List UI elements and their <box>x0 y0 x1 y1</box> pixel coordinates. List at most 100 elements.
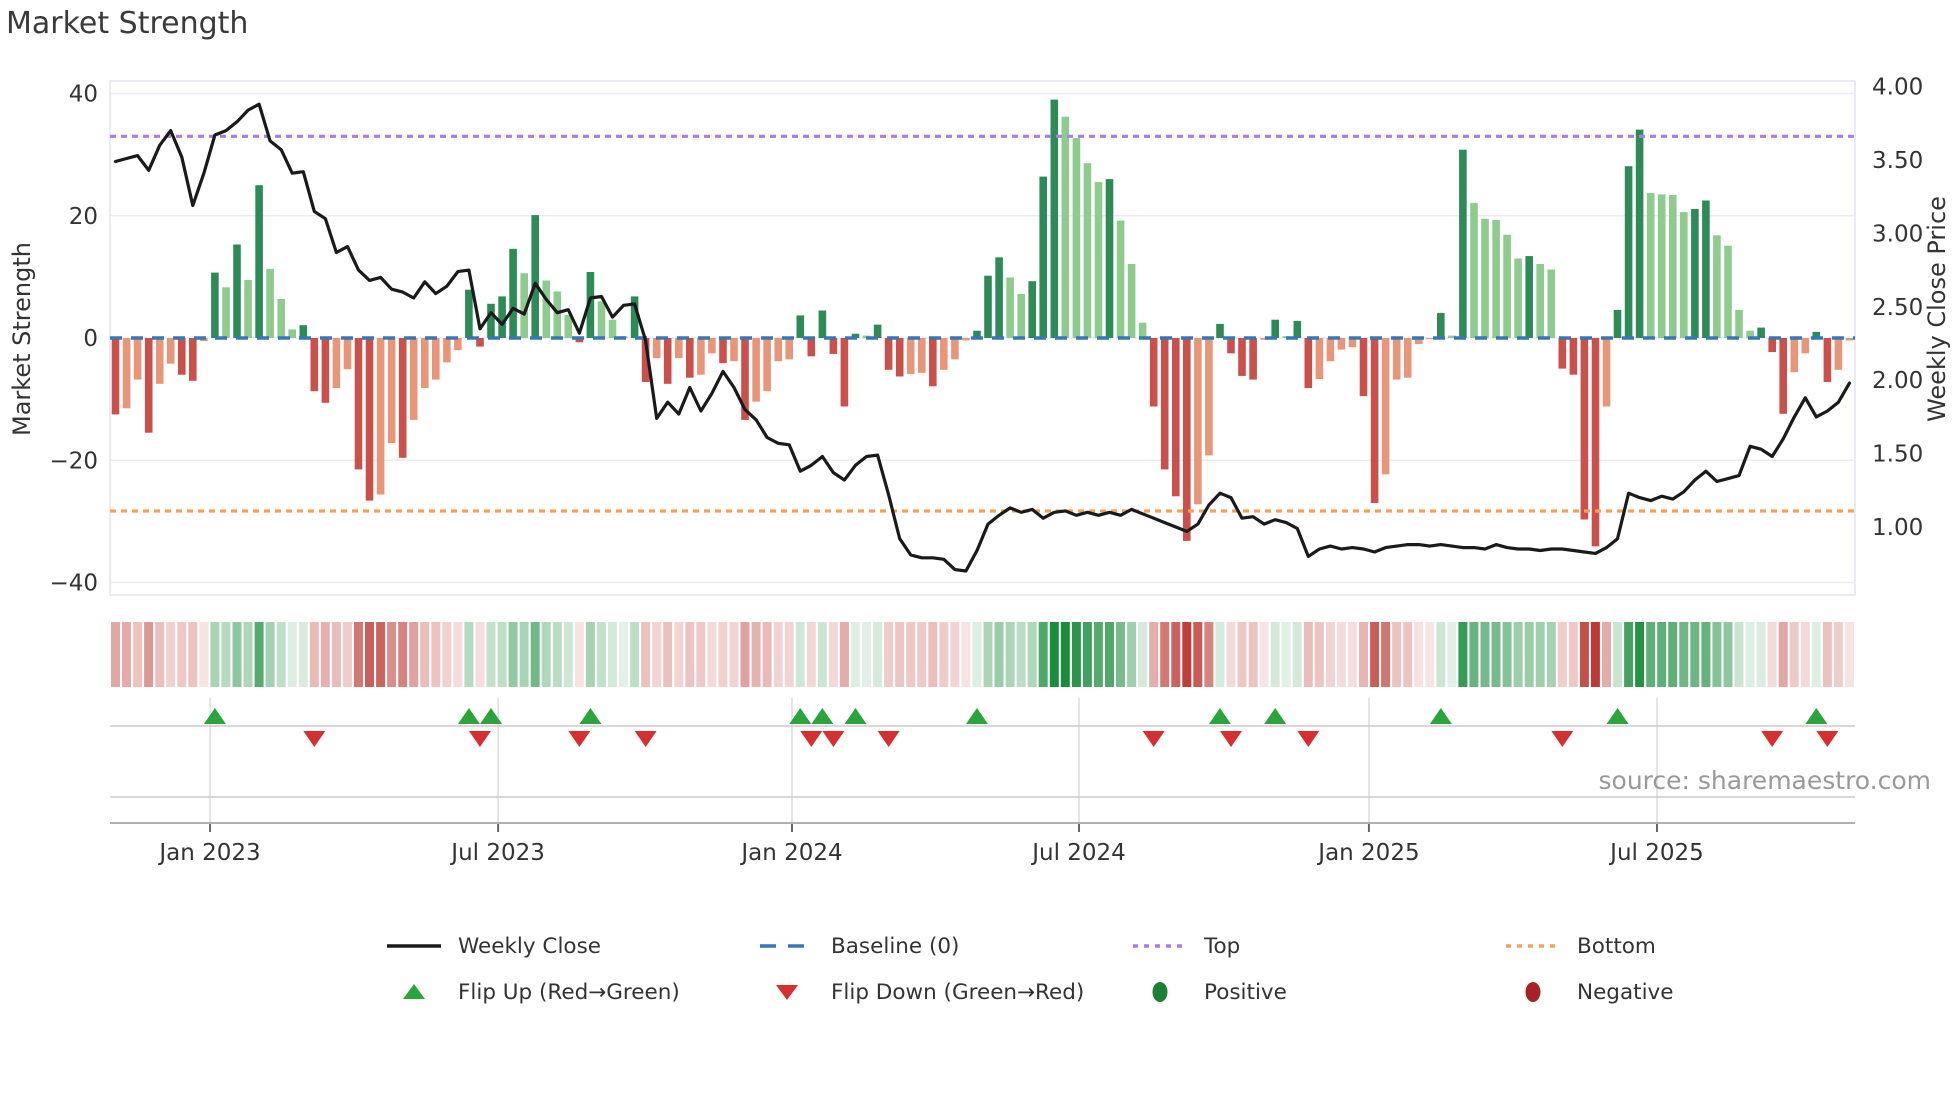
strength-bar <box>542 280 551 338</box>
heatmap-cell <box>530 622 540 687</box>
x-tick-label: Jul 2023 <box>449 840 545 866</box>
heatmap-cell <box>1447 622 1457 687</box>
heatmap-cell <box>950 622 960 687</box>
heatmap-cell <box>1425 622 1435 687</box>
heatmap-cell <box>508 622 518 687</box>
weekly-close-line-icon <box>387 944 441 948</box>
market-strength-figure: Market Strength Market Strength Weekly C… <box>0 0 1960 1102</box>
strength-bar <box>608 319 617 338</box>
heatmap-cell <box>983 622 993 687</box>
strength-bar <box>1558 338 1567 369</box>
strength-bar <box>343 338 352 370</box>
baseline-dash-icon <box>760 944 814 948</box>
strength-bar <box>818 310 827 338</box>
heatmap-cell <box>1281 622 1291 687</box>
heatmap-cell <box>1822 622 1832 687</box>
heatmap-cell <box>541 622 551 687</box>
heatmap-cell <box>1480 622 1490 687</box>
heatmap-cell <box>1082 622 1092 687</box>
flip-down-marker <box>1551 731 1574 747</box>
strength-bar <box>1238 338 1246 376</box>
strength-bar <box>1437 312 1445 338</box>
heatmap-cell <box>309 622 319 687</box>
heatmap-cell <box>1237 622 1247 687</box>
heatmap-cell <box>1668 622 1678 687</box>
heatmap-cell <box>210 622 220 687</box>
right-tick-label: 1.00 <box>1872 515 1923 541</box>
strength-bar <box>1680 212 1688 338</box>
source-credit: source: sharemaestro.com <box>1598 766 1932 795</box>
heatmap-cell <box>486 622 496 687</box>
strength-bar <box>1392 338 1401 380</box>
legend-item-top: Top <box>1131 934 1240 959</box>
heatmap-cell <box>265 622 275 687</box>
heatmap-cell <box>873 622 883 687</box>
strength-bar <box>465 289 473 338</box>
heatmap-cell <box>464 622 474 687</box>
strength-bar <box>1326 338 1335 362</box>
heatmap-cell <box>1105 622 1114 687</box>
flip-down-marker <box>800 731 823 747</box>
strength-bar <box>730 338 738 362</box>
heatmap-cell <box>1359 622 1368 687</box>
x-tick-label: Jan 2025 <box>1316 840 1419 866</box>
heatmap-cell <box>884 622 894 687</box>
flip-up-marker <box>457 708 480 724</box>
heatmap-cell <box>961 622 971 687</box>
legend-item-weekly-close: Weekly Close <box>385 934 601 959</box>
heatmap-cell <box>1436 622 1446 687</box>
heatmap-cell <box>1624 622 1634 687</box>
strength-bar <box>1028 281 1036 338</box>
flip-down-marker <box>1297 731 1320 747</box>
legend-item-flip-up: Flip Up (Red→Green) <box>385 980 680 1005</box>
strength-bar <box>1149 338 1158 407</box>
strength-bar <box>1569 338 1578 375</box>
heatmap-cell <box>1303 622 1313 687</box>
x-tick-label: Jan 2024 <box>739 840 842 866</box>
heatmap-cell <box>652 622 662 687</box>
heatmap-cell <box>1314 622 1324 687</box>
heatmap-cell <box>409 622 419 687</box>
strength-bar <box>244 279 252 338</box>
legend-label: Bottom <box>1577 933 1656 959</box>
strength-bar <box>376 338 385 495</box>
heatmap-cell <box>387 622 397 687</box>
heatmap-cell <box>1403 622 1413 687</box>
flip-up-marker <box>1805 708 1828 724</box>
strength-bar <box>310 338 319 392</box>
left-tick-label: −40 <box>49 571 98 597</box>
flip-up-marker <box>579 708 602 724</box>
flip-up-marker <box>1208 708 1231 724</box>
legend-label: Flip Down (Green→Red) <box>831 979 1085 1005</box>
strength-bar <box>1271 319 1279 338</box>
heatmap-cell <box>1568 622 1578 687</box>
strength-bar <box>929 338 937 387</box>
heatmap-cell <box>928 622 938 687</box>
flip-down-marker <box>468 731 491 747</box>
heatmap-cell <box>1226 622 1236 687</box>
heatmap-cell <box>862 622 871 687</box>
heatmap-cell <box>243 622 253 687</box>
heatmap-cell <box>1602 622 1611 687</box>
strength-bar <box>1536 264 1544 338</box>
strength-bar <box>553 291 562 338</box>
heatmap-cell <box>939 622 949 687</box>
strength-bar <box>1669 195 1677 338</box>
right-tick-label: 1.50 <box>1872 442 1923 468</box>
flip-up-marker <box>1429 708 1452 724</box>
heatmap-cell <box>276 622 286 687</box>
strength-bar <box>1459 149 1467 338</box>
strength-bar <box>1713 235 1721 338</box>
heatmap-cell <box>585 622 595 687</box>
heatmap-cell <box>1635 622 1645 687</box>
heatmap-cell <box>817 622 827 687</box>
heatmap-cell <box>1292 622 1302 687</box>
heatmap-cell <box>1093 622 1103 687</box>
heatmap-cell <box>442 622 452 687</box>
strength-bar <box>785 338 793 360</box>
strength-bar <box>1017 294 1025 338</box>
flip-down-marker <box>634 731 657 747</box>
heatmap-cell <box>1579 622 1589 687</box>
heatmap-cell <box>221 622 231 687</box>
heatmap-cell <box>718 622 728 687</box>
